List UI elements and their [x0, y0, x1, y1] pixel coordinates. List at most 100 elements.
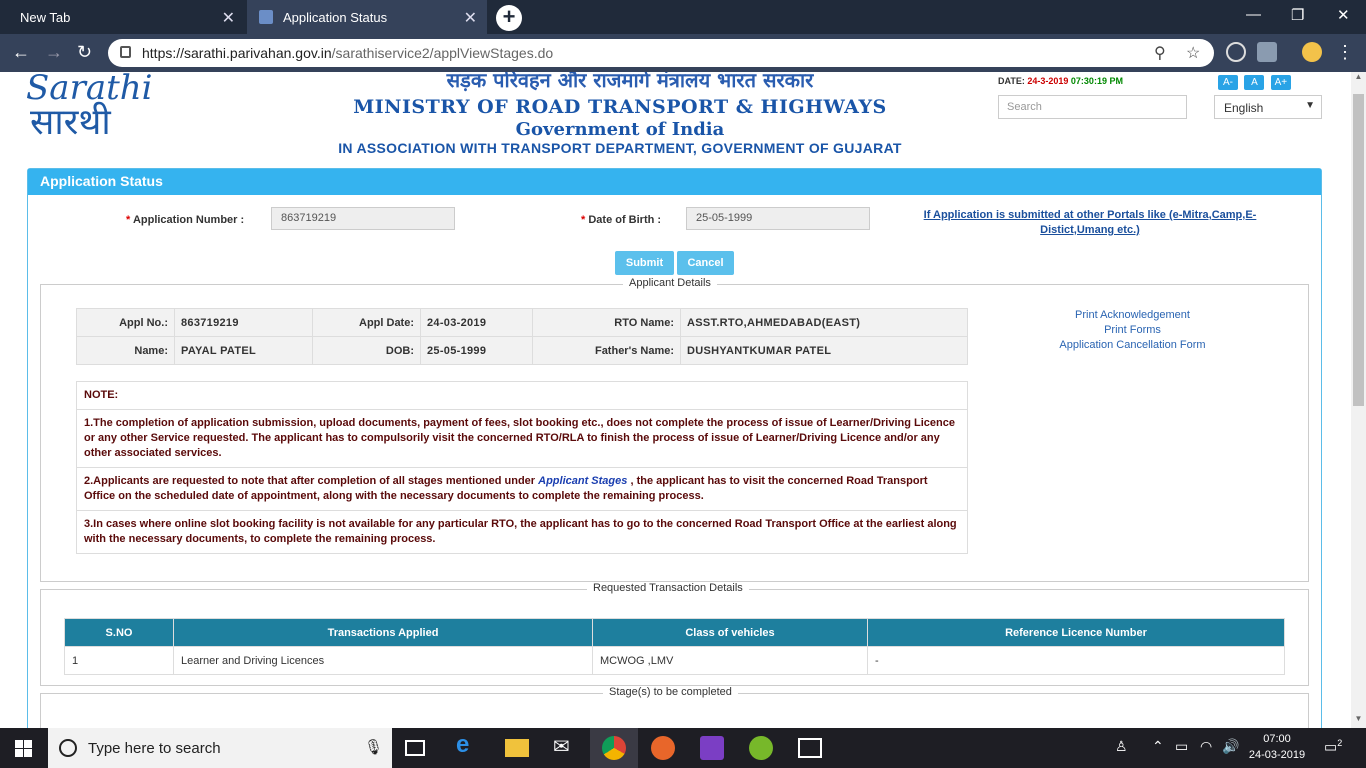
font-size-controls: A- A A+	[1216, 72, 1291, 90]
table-header-row: S.NO Transactions Applied Class of vehic…	[64, 618, 1285, 647]
language-value: English	[1224, 101, 1264, 115]
microphone-icon[interactable]: 🎙	[364, 738, 383, 756]
stages-legend: Stage(s) to be completed	[603, 686, 738, 698]
edge-browser-icon[interactable]: e	[456, 731, 480, 758]
dob-label: DOB:	[312, 336, 421, 365]
transaction-details-legend: Requested Transaction Details	[587, 582, 749, 594]
note-box: NOTE: 1.The completion of application su…	[76, 381, 968, 554]
people-icon[interactable]: ♙	[1115, 738, 1128, 755]
tab-title: Application Status	[283, 9, 388, 25]
table-row: 1 Learner and Driving Licences MCWOG ,LM…	[64, 646, 1285, 675]
reload-icon[interactable]: ↻	[77, 42, 92, 63]
date-of-birth-input[interactable]: 25-05-1999	[686, 207, 870, 230]
chrome-icon[interactable]	[602, 736, 626, 760]
stages-fieldset	[40, 693, 1309, 728]
tab-application-status[interactable]: Application Status ✕	[247, 0, 487, 34]
rto-name-value: ASST.RTO,AHMEDABAD(EAST)	[680, 308, 968, 337]
table-row: Appl No.: 863719219 Appl Date: 24-03-201…	[76, 308, 968, 337]
extension-gauge-icon[interactable]	[1226, 42, 1246, 62]
language-select[interactable]: English ▼	[1214, 95, 1322, 119]
scroll-up-icon[interactable]: ▲	[1351, 72, 1366, 86]
application-cancellation-link[interactable]: Application Cancellation Form	[1050, 338, 1215, 353]
page-content: Sarathi सारथी सड़क परिवहन और राजमार्ग मं…	[0, 72, 1351, 728]
new-tab-button[interactable]: +	[496, 5, 522, 31]
appl-no-label: Appl No.:	[76, 308, 175, 337]
scroll-thumb[interactable]	[1353, 94, 1364, 406]
close-tab-icon[interactable]: ✕	[464, 8, 477, 28]
task-view-icon[interactable]	[405, 740, 425, 756]
rto-name-label: RTO Name:	[532, 308, 681, 337]
windows-taskbar: Type here to search 🎙 e ✉ ♙ ⌃ ▭ ◠ 🔊 07:0…	[0, 728, 1366, 768]
url-text[interactable]: https://sarathi.parivahan.gov.in/sarathi…	[142, 45, 553, 61]
battery-icon[interactable]: ▭	[1175, 738, 1188, 755]
photos-icon[interactable]	[798, 738, 822, 758]
tab-new-tab[interactable]: New Tab ✕	[0, 0, 245, 34]
forward-arrow-icon[interactable]: →	[45, 42, 63, 63]
wifi-icon[interactable]: ◠	[1200, 738, 1212, 755]
font-increase-button[interactable]: A+	[1270, 75, 1291, 90]
zoom-icon[interactable]: ⚲	[1154, 43, 1166, 63]
browser-toolbar: ← → ↻ https://sarathi.parivahan.gov.in/s…	[0, 34, 1366, 72]
scroll-down-icon[interactable]: ▼	[1351, 714, 1366, 728]
bookmark-star-icon[interactable]: ☆	[1186, 43, 1200, 63]
application-number-input[interactable]: 863719219	[271, 207, 455, 230]
visual-studio-icon[interactable]	[700, 736, 724, 760]
print-links: Print Acknowledgement Print Forms Applic…	[1050, 308, 1215, 353]
appl-no-value: 863719219	[174, 308, 313, 337]
other-portals-link[interactable]: If Application is submitted at other Por…	[918, 208, 1262, 238]
taskbar-clock[interactable]: 07:00 24-03-2019	[1248, 731, 1306, 763]
address-bar[interactable]: https://sarathi.parivahan.gov.in/sarathi…	[108, 39, 1214, 67]
ministry-title: MINISTRY OF ROAD TRANSPORT & HIGHWAYS	[353, 96, 887, 118]
note-item: 2.Applicants are requested to note that …	[77, 467, 967, 510]
lock-icon	[120, 46, 131, 58]
browser-tab-bar: New Tab ✕ Application Status ✕ + — ❐ ✕	[0, 0, 1366, 34]
chrome-menu-icon[interactable]: ⋮	[1336, 42, 1354, 63]
table-cell: MCWOG ,LMV	[592, 646, 868, 675]
extension-chart-icon[interactable]	[1257, 42, 1277, 62]
windows-start-icon[interactable]	[15, 740, 32, 757]
submit-button[interactable]: Submit	[615, 251, 674, 275]
applicant-details-table: Appl No.: 863719219 Appl Date: 24-03-201…	[76, 308, 968, 365]
minimize-icon[interactable]: —	[1246, 6, 1261, 23]
chevron-up-icon[interactable]: ⌃	[1152, 738, 1164, 755]
font-decrease-button[interactable]: A-	[1218, 75, 1238, 90]
print-forms-link[interactable]: Print Forms	[1050, 323, 1215, 338]
application-number-label: * Application Number :	[126, 214, 245, 226]
hindi-title: सड़क परिवहन और राजमार्ग मंत्रालय भारत सर…	[446, 72, 814, 92]
print-acknowledgement-link[interactable]: Print Acknowledgement	[1050, 308, 1215, 323]
site-search-input[interactable]: Search	[998, 95, 1187, 119]
column-header: Reference Licence Number	[867, 618, 1285, 647]
note-title: NOTE:	[84, 389, 119, 401]
taskbar-search-text: Type here to search	[88, 740, 221, 757]
date-of-birth-label: * Date of Birth :	[581, 214, 662, 226]
page-scrollbar[interactable]: ▲ ▼	[1351, 72, 1366, 728]
applicant-stages-link[interactable]: Applicant Stages	[538, 475, 627, 487]
applicant-details-legend: Applicant Details	[623, 277, 717, 289]
government-title: Government of India	[515, 119, 725, 140]
date-time: DATE: 24-3-2019 07:30:19 PM	[998, 76, 1123, 86]
file-explorer-icon[interactable]	[505, 739, 529, 757]
site-favicon-icon	[259, 10, 273, 24]
column-header: Class of vehicles	[592, 618, 868, 647]
cancel-button[interactable]: Cancel	[677, 251, 734, 275]
close-tab-icon[interactable]: ✕	[222, 8, 235, 28]
notification-icon[interactable]: ▭2	[1324, 738, 1342, 756]
name-value: PAYAL PATEL	[174, 336, 313, 365]
taskbar-search-box[interactable]: Type here to search 🎙	[48, 728, 392, 768]
maximize-icon[interactable]: ❐	[1291, 6, 1304, 24]
utorrent-icon[interactable]	[749, 736, 773, 760]
firefox-icon[interactable]	[651, 736, 675, 760]
close-window-icon[interactable]: ✕	[1337, 6, 1350, 24]
profile-avatar[interactable]	[1302, 42, 1322, 62]
font-normal-button[interactable]: A	[1244, 75, 1265, 90]
dob-value: 25-05-1999	[420, 336, 533, 365]
transactions-table: S.NO Transactions Applied Class of vehic…	[64, 618, 1285, 675]
column-header: S.NO	[64, 618, 174, 647]
sarathi-logo: Sarathi सारथी	[26, 72, 153, 143]
association-title: IN ASSOCIATION WITH TRANSPORT DEPARTMENT…	[338, 140, 902, 156]
column-header: Transactions Applied	[173, 618, 593, 647]
back-arrow-icon[interactable]: ←	[12, 42, 30, 63]
mail-icon[interactable]: ✉	[553, 734, 577, 758]
table-cell: Learner and Driving Licences	[173, 646, 593, 675]
volume-icon[interactable]: 🔊	[1222, 738, 1239, 755]
